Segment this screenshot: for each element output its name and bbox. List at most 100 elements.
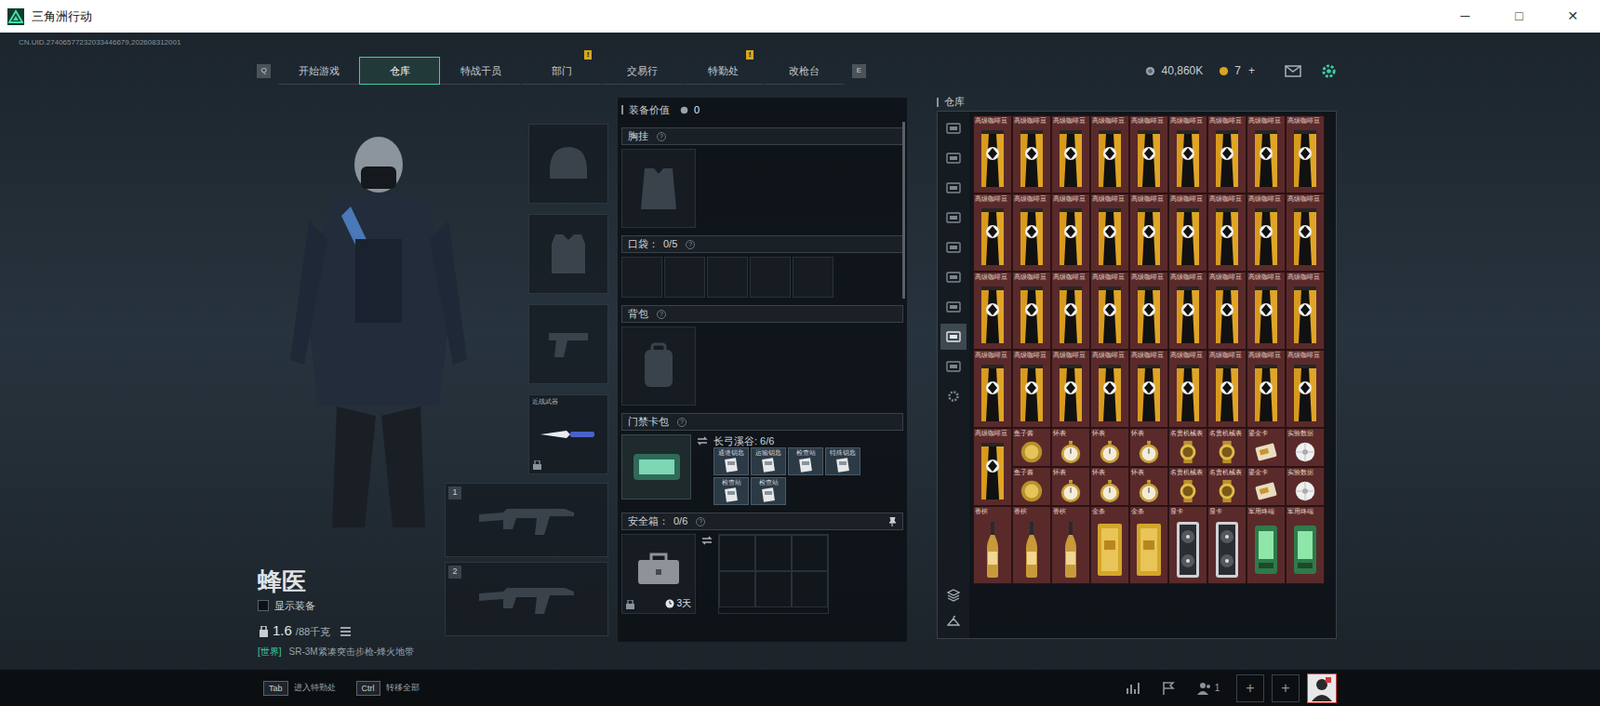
show-equipment-toggle[interactable]: 显示装备 xyxy=(257,598,445,614)
warehouse-tab[interactable] xyxy=(940,115,967,142)
warehouse-item[interactable]: 高级咖啡豆 xyxy=(1246,115,1286,194)
warehouse-item[interactable]: 名贵机械表 xyxy=(1207,427,1247,467)
warehouse-item[interactable]: 高级咖啡豆 xyxy=(1090,193,1130,272)
pocket-slot[interactable] xyxy=(621,256,663,298)
warehouse-item[interactable]: 高级咖啡豆 xyxy=(1246,349,1286,428)
keycard[interactable]: 运输钥匙 xyxy=(750,447,787,476)
nav-key-hint[interactable]: Q xyxy=(256,64,271,79)
safe-box-cell[interactable] xyxy=(719,534,756,572)
panel-scrollbar[interactable] xyxy=(902,121,906,299)
pocket-slot[interactable] xyxy=(749,256,791,298)
warehouse-item[interactable]: 显卡 xyxy=(1168,506,1208,585)
warehouse-tab[interactable] xyxy=(940,293,967,320)
warehouse-item[interactable]: 高级咖啡豆 xyxy=(1285,193,1325,272)
warehouse-item[interactable]: 高级咖啡豆 xyxy=(1285,271,1325,350)
warehouse-tab[interactable] xyxy=(940,204,967,231)
keycard[interactable]: 检查站 xyxy=(713,477,749,506)
nav-key-hint[interactable]: E xyxy=(852,64,867,79)
keycard-case[interactable] xyxy=(621,434,692,500)
safe-box-cell[interactable] xyxy=(755,571,792,608)
warehouse-item[interactable]: 高级咖啡豆 xyxy=(1285,349,1325,428)
warehouse-item[interactable]: 高级咖啡豆 xyxy=(1246,193,1286,272)
window-control-button[interactable]: ✕ xyxy=(1546,0,1600,33)
warehouse-tab[interactable] xyxy=(940,323,967,350)
equipment-slot[interactable] xyxy=(528,123,609,204)
nav-tab[interactable]: 仓库 xyxy=(359,56,440,85)
keycard[interactable]: 检查站 xyxy=(750,477,787,506)
show-equipment-checkbox[interactable] xyxy=(257,600,269,612)
pocket-slot[interactable] xyxy=(792,256,834,298)
pocket-slot[interactable] xyxy=(664,256,706,298)
nav-tab[interactable]: 开始游戏 xyxy=(278,56,360,85)
safe-box-cell[interactable] xyxy=(755,534,792,572)
warehouse-tab[interactable] xyxy=(940,174,967,201)
friends-button[interactable]: 1 xyxy=(1187,673,1229,704)
pocket-slot[interactable] xyxy=(706,256,748,298)
warehouse-item[interactable]: 高级咖啡豆 xyxy=(1012,349,1052,428)
warehouse-item[interactable]: 名贵机械表 xyxy=(1168,466,1208,507)
warehouse-item[interactable]: 高级咖啡豆 xyxy=(1207,115,1247,194)
warehouse-item[interactable]: 高级咖啡豆 xyxy=(1168,115,1208,194)
gear-slot[interactable] xyxy=(621,148,696,228)
warehouse-tab[interactable] xyxy=(940,264,967,291)
window-control-button[interactable]: ─ xyxy=(1438,0,1493,33)
warehouse-item[interactable]: 高级咖啡豆 xyxy=(1012,271,1052,350)
warehouse-item[interactable]: 高级咖啡豆 xyxy=(973,427,1013,507)
warehouse-item[interactable]: 高级咖啡豆 xyxy=(1012,115,1052,194)
add-token-button[interactable]: + xyxy=(1248,62,1255,80)
party-slot-button[interactable]: + xyxy=(1271,674,1300,703)
warehouse-item[interactable]: 高级咖啡豆 xyxy=(1207,193,1247,272)
warehouse-item[interactable]: 鱼子酱 xyxy=(1012,427,1052,467)
keycard[interactable]: 检查站 xyxy=(787,447,824,476)
warehouse-item[interactable]: 怀表 xyxy=(1090,427,1130,467)
help-button[interactable]: ? xyxy=(677,417,687,427)
warehouse-tab[interactable] xyxy=(940,234,967,261)
warehouse-item[interactable]: 高级咖啡豆 xyxy=(1207,349,1247,428)
equipment-slot[interactable] xyxy=(528,304,609,385)
weapon-slot[interactable]: 1 xyxy=(444,482,609,558)
warehouse-item[interactable]: 高级咖啡豆 xyxy=(1051,115,1091,194)
warehouse-item[interactable]: 怀表 xyxy=(1051,427,1091,467)
warehouse-item[interactable]: 军用终端 xyxy=(1246,506,1286,585)
warehouse-item[interactable]: 鎏金卡 xyxy=(1246,466,1286,507)
warehouse-item[interactable]: 怀表 xyxy=(1051,466,1091,507)
nav-tab[interactable]: 部门! xyxy=(520,56,602,85)
key-hint[interactable]: Tab进入特勤处 xyxy=(263,680,336,696)
warehouse-item[interactable]: 高级咖啡豆 xyxy=(1051,193,1091,272)
weapon-slot[interactable]: 2 xyxy=(444,561,609,637)
warehouse-item[interactable]: 实验数据 xyxy=(1285,427,1325,467)
warehouse-item[interactable]: 香槟 xyxy=(1012,506,1052,585)
warehouse-item[interactable]: 高级咖啡豆 xyxy=(1129,271,1169,350)
warehouse-item[interactable]: 高级咖啡豆 xyxy=(1012,193,1052,272)
help-button[interactable]: ? xyxy=(695,517,706,527)
warehouse-item[interactable]: 高级咖啡豆 xyxy=(1129,115,1169,194)
warehouse-item[interactable]: 高级咖啡豆 xyxy=(973,193,1013,272)
warehouse-item[interactable]: 高级咖啡豆 xyxy=(1051,271,1091,350)
equipment-slot[interactable] xyxy=(528,213,609,294)
gear-slot[interactable] xyxy=(621,326,696,406)
warehouse-item[interactable]: 显卡 xyxy=(1207,506,1247,585)
warehouse-item[interactable]: 高级咖啡豆 xyxy=(1285,115,1325,194)
warehouse-item[interactable]: 金条 xyxy=(1090,506,1130,585)
safe-box-cell[interactable] xyxy=(791,571,828,608)
nav-tab[interactable]: 交易行 xyxy=(601,56,683,85)
warehouse-item[interactable]: 金条 xyxy=(1129,506,1169,585)
help-button[interactable]: ? xyxy=(685,240,695,250)
warehouse-item[interactable]: 高级咖啡豆 xyxy=(973,271,1013,350)
warehouse-item[interactable]: 怀表 xyxy=(1090,466,1130,507)
warehouse-tab[interactable] xyxy=(940,383,967,410)
warehouse-item[interactable]: 高级咖啡豆 xyxy=(1129,349,1169,428)
warehouse-item[interactable]: 高级咖啡豆 xyxy=(1168,271,1208,350)
key-hint[interactable]: Ctrl转移全部 xyxy=(356,680,420,696)
window-control-button[interactable]: □ xyxy=(1492,0,1547,33)
warehouse-item[interactable]: 高级咖啡豆 xyxy=(1090,115,1130,194)
help-button[interactable]: ? xyxy=(656,132,667,142)
safe-box[interactable]: 3天 xyxy=(621,533,696,614)
melee-slot[interactable]: 近战武器 xyxy=(528,394,609,475)
warehouse-item[interactable]: 高级咖啡豆 xyxy=(1129,193,1169,272)
warehouse-item[interactable]: 高级咖啡豆 xyxy=(1246,271,1286,350)
help-button[interactable]: ? xyxy=(656,309,667,320)
warehouse-tab[interactable] xyxy=(940,353,967,380)
player-avatar[interactable] xyxy=(1306,673,1337,704)
warehouse-item[interactable]: 高级咖啡豆 xyxy=(1207,271,1247,350)
